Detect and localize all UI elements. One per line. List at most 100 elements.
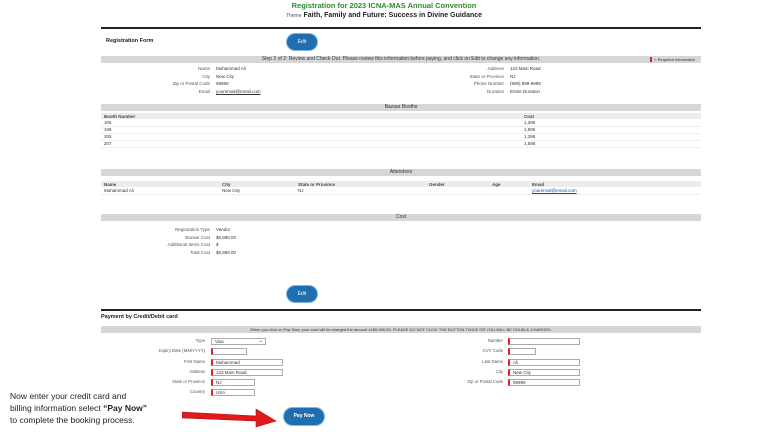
summary-key: Duration xyxy=(486,88,504,94)
card-type-select[interactable]: Visa ⌄ xyxy=(211,338,266,345)
field-row: State or Province xyxy=(100,378,300,386)
cost-value: $5,980.00 xyxy=(216,249,237,255)
payment-title: Payment by Credit/Debit card xyxy=(101,314,178,320)
table-row: 207 1,595 xyxy=(101,140,701,148)
summary-row: Email youremail@email.com xyxy=(150,88,261,96)
instruction-callout: Now enter your credit card and billing i… xyxy=(10,390,210,426)
payment-warning-bar: When you click on Pay Now, your card wil… xyxy=(101,326,701,333)
red-arrow-icon xyxy=(182,408,277,428)
summary-key: State or Province xyxy=(469,73,504,79)
bazaar-bar: Bazaar Booths xyxy=(101,104,701,111)
cost-value: $5,980.00 xyxy=(216,234,237,240)
chevron-down-icon: ⌄ xyxy=(258,338,263,344)
cost-summary: Registration Type Vendor Bazaar Cost $5,98… xyxy=(145,226,236,256)
summary-key: Zip or Postal Code xyxy=(172,81,210,86)
cost-key: Total Cost xyxy=(189,249,210,255)
attendees-table: Name City State or Province Gender Age E… xyxy=(101,181,701,195)
cost-cell: 1,595 xyxy=(521,126,701,134)
step-text: Step 2 of 2: Review and Check Out. Pleas… xyxy=(261,56,541,62)
cost-row: Total Cost $5,980.00 xyxy=(145,249,236,257)
cost-value: Vendor xyxy=(216,227,231,232)
table-row: Muhammad Ali New City NJ youremail@email… xyxy=(101,187,701,195)
booth-cell: 106 xyxy=(101,126,521,134)
summary-value: (999) 999-9999 xyxy=(510,81,541,86)
theme-label: Theme xyxy=(285,13,302,19)
state-input[interactable]: NJ xyxy=(211,379,255,386)
summary-row: Address 123 Main Road xyxy=(444,65,541,73)
last-name-label: Last Name xyxy=(482,359,503,364)
summary-key: Name xyxy=(197,66,210,71)
summary-row: City New City xyxy=(150,73,261,81)
expiry-input[interactable] xyxy=(211,348,247,355)
address-label: Address xyxy=(189,369,205,374)
cost-bar: Cost xyxy=(101,214,701,221)
first-name-input[interactable]: Muhammad xyxy=(211,359,283,366)
edit-button-bottom[interactable]: Edit xyxy=(287,286,317,302)
summary-value: 123 Main Road xyxy=(510,66,541,71)
field-row: Zip or Postal Code xyxy=(400,378,510,386)
zip-input[interactable]: 99999 xyxy=(508,379,580,386)
callout-line: billing information select “Pay Now” xyxy=(10,402,210,414)
callout-emphasis: “Pay Now” xyxy=(103,403,148,413)
pay-now-button[interactable]: Pay Now xyxy=(284,408,324,425)
summary-value: Entire Duration xyxy=(510,88,541,94)
card-number-input[interactable] xyxy=(508,338,580,345)
city-cell: New City xyxy=(219,187,295,195)
email-link[interactable]: youremail@email.com xyxy=(216,88,261,96)
type-label: Type xyxy=(195,338,205,343)
booth-cell: 207 xyxy=(101,140,521,148)
cost-row: Additional Items Cost $ xyxy=(145,241,236,249)
gender-cell xyxy=(426,187,489,195)
country-input[interactable]: USA xyxy=(211,389,255,396)
divider xyxy=(101,27,701,29)
last-name-input[interactable]: Ali xyxy=(508,359,580,366)
summary-key: Email xyxy=(198,88,210,94)
field-row: Last Name xyxy=(400,358,510,366)
card-type-value: Visa xyxy=(215,339,224,344)
step-bar: Step 2 of 2: Review and Check Out. Pleas… xyxy=(101,56,701,63)
cvv-input[interactable] xyxy=(508,348,536,355)
summary-row: Phone Number (999) 999-9999 xyxy=(444,80,541,88)
table-row: 205 1,395 xyxy=(101,133,701,141)
summary-row: Zip or Postal Code 99999 xyxy=(150,80,261,88)
cost-value: $ xyxy=(216,242,219,247)
required-note: = Required Information xyxy=(650,56,695,63)
field-row: Expiry Date (MM/YYYY) xyxy=(100,347,300,355)
expiry-label: Expiry Date (MM/YYYY) xyxy=(158,348,205,353)
summary-left: Name Muhammad Ali City New City Zip or Pos… xyxy=(150,65,261,95)
table-row: 105 1,395 xyxy=(101,119,701,127)
summary-key: Phone Number xyxy=(473,81,504,86)
summary-right: Address 123 Main Road State or Province NJ… xyxy=(444,65,541,95)
form-title: Registration Form xyxy=(106,38,154,44)
summary-row: State or Province NJ xyxy=(444,73,541,81)
required-note-text: = Required Information xyxy=(654,57,695,62)
attendees-bar: Attendees xyxy=(101,169,701,176)
attendee-email-link[interactable]: youremail@email.com xyxy=(532,188,577,193)
theme-line: Theme Faith, Family and Future: Success i… xyxy=(0,12,768,19)
city-input[interactable]: New City xyxy=(508,369,580,376)
edit-button-top[interactable]: Edit xyxy=(287,34,317,50)
field-row: Number xyxy=(400,337,510,345)
divider xyxy=(101,309,701,311)
field-row: Type xyxy=(100,337,300,345)
cost-cell: 1,395 xyxy=(521,119,701,127)
summary-key: Address xyxy=(487,66,504,71)
city-label: City xyxy=(495,369,503,374)
theme-text: Faith, Family and Future: Success in Div… xyxy=(303,12,483,19)
table-row: 106 1,595 xyxy=(101,126,701,134)
summary-value: 99999 xyxy=(216,81,229,86)
cost-row: Bazaar Cost $5,980.00 xyxy=(145,234,236,242)
summary-value: Muhammad Ali xyxy=(216,66,246,71)
callout-line: Now enter your credit card and xyxy=(10,391,127,401)
number-label: Number xyxy=(487,338,503,343)
age-cell xyxy=(489,187,529,195)
summary-key: City xyxy=(202,73,210,79)
state-label: State or Province xyxy=(172,379,205,384)
cvv-label: CVV Code xyxy=(482,348,503,353)
field-row: City xyxy=(400,368,510,376)
page-title: Registration for 2023 ICNA-MAS Annual Co… xyxy=(291,1,477,10)
cost-key: Bazaar Cost xyxy=(185,234,210,240)
name-cell: Muhammad Ali xyxy=(101,187,219,195)
summary-row: Name Muhammad Ali xyxy=(150,65,261,73)
address-input[interactable]: 123 Main Road xyxy=(211,369,283,376)
